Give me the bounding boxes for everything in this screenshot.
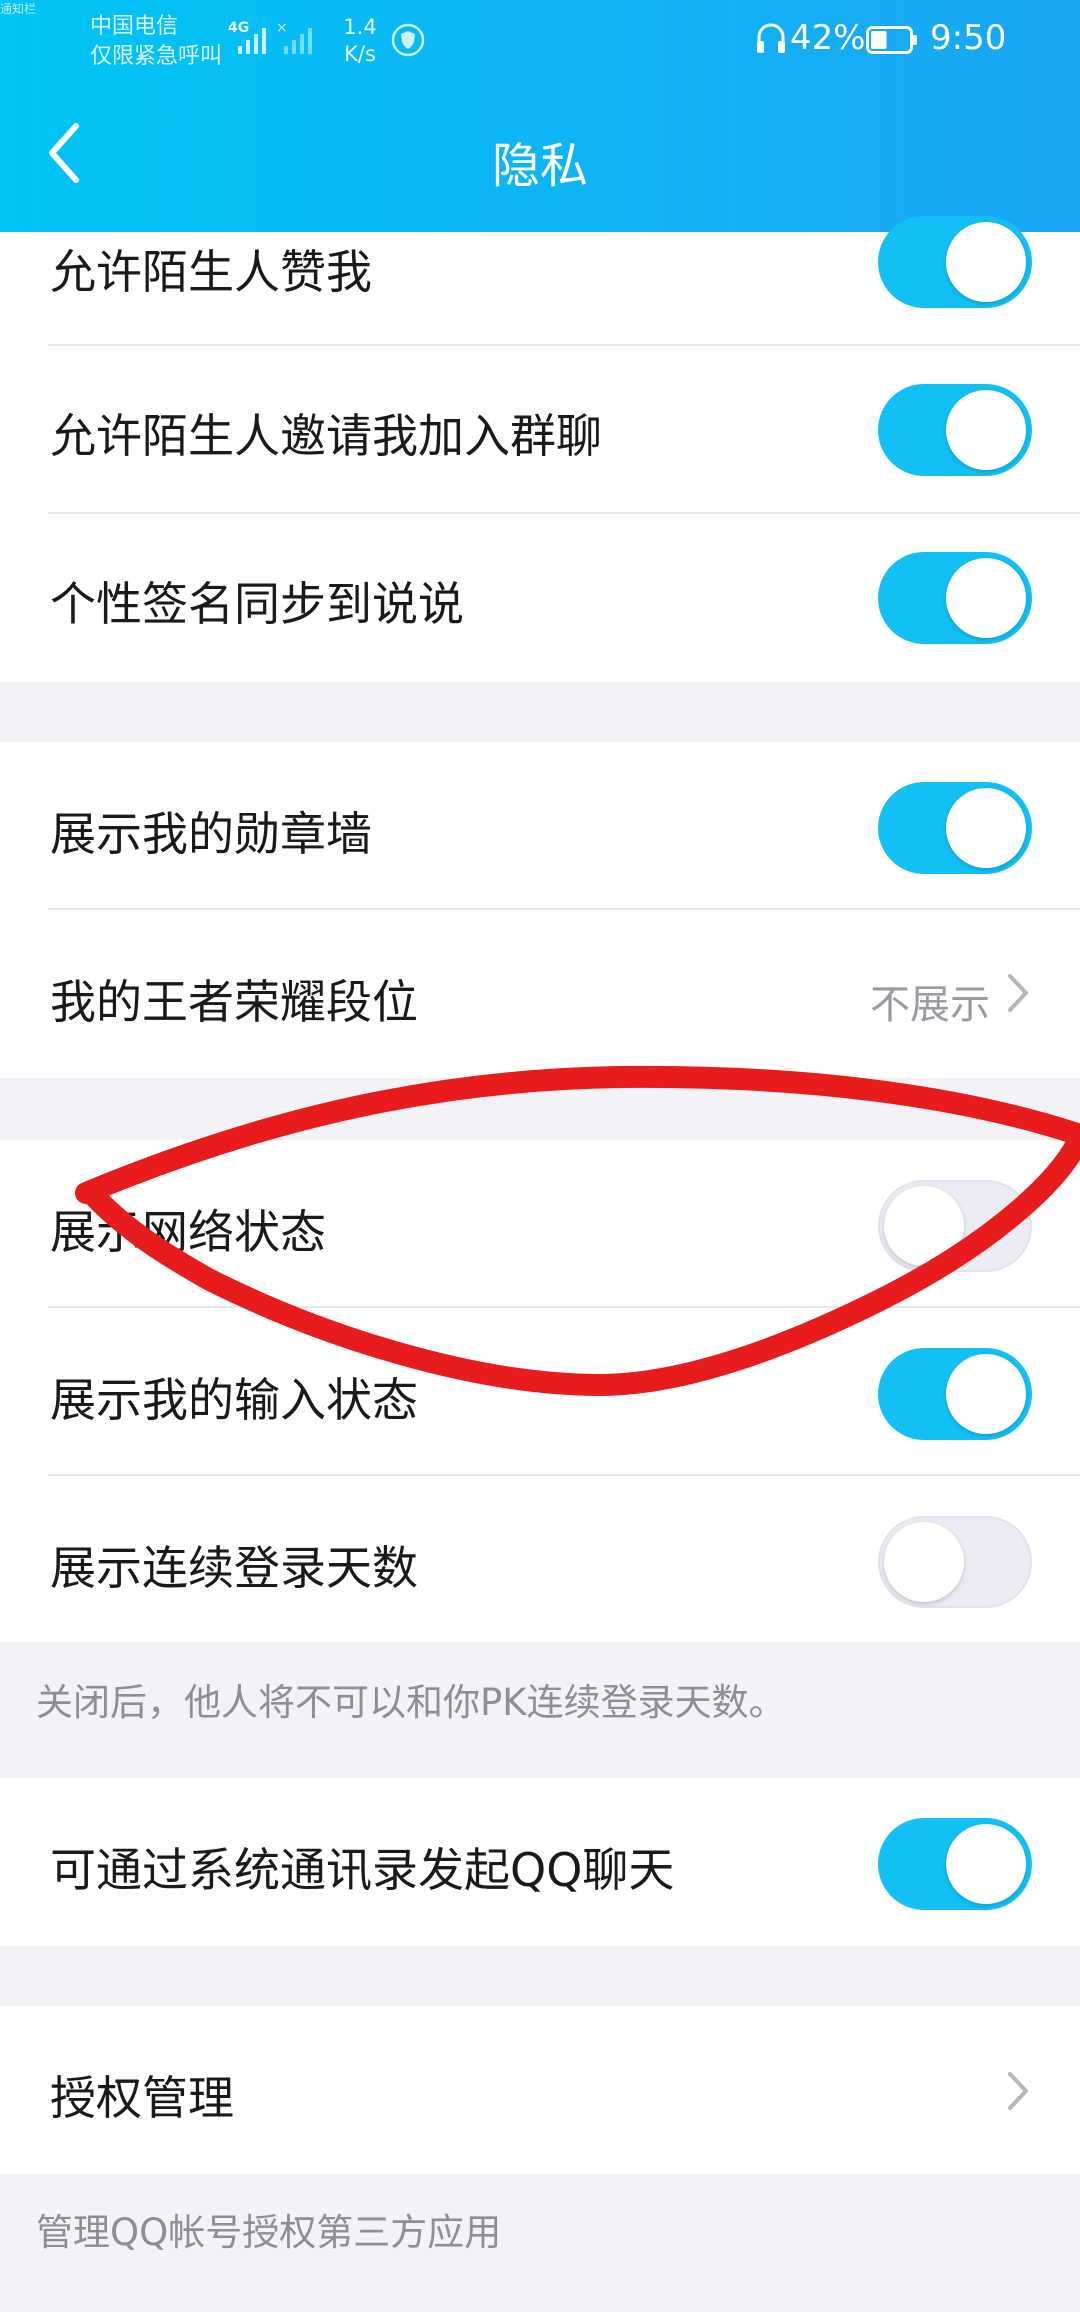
speed-value: 1.4 <box>343 15 377 39</box>
speed-unit: K/s <box>344 42 376 66</box>
carrier-info: 中国电信 仅限紧急呼叫 <box>90 12 222 72</box>
settings-group-strangers: 允许陌生人赞我 允许陌生人邀请我加入群聊 个性签名同步到说说 <box>0 216 1080 682</box>
setting-label: 个性签名同步到说说 <box>50 577 464 631</box>
status-bar: 通知栏 中国电信 仅限紧急呼叫 4G × 1.4 K/s 42% 9:50 <box>0 0 1080 80</box>
divider <box>48 1474 1080 1476</box>
rank-display-value: 不展示 <box>870 982 990 1028</box>
chevron-right-icon <box>1008 2072 1028 2110</box>
toggle-contacts-chat[interactable] <box>878 1818 1032 1910</box>
page-title: 隐私 <box>491 138 588 194</box>
divider <box>48 344 1080 346</box>
carrier-name: 中国电信 <box>90 14 179 39</box>
network-speed: 1.4 K/s <box>340 14 380 68</box>
divider <box>48 908 1080 910</box>
setting-label: 展示我的输入状态 <box>50 1373 418 1427</box>
divider <box>48 1306 1080 1308</box>
toggle-show-network-status[interactable] <box>878 1180 1032 1272</box>
setting-label: 允许陌生人邀请我加入群聊 <box>50 409 602 463</box>
toggle-show-medal-wall[interactable] <box>878 782 1032 874</box>
setting-row-authorization[interactable]: 授权管理 <box>0 2006 1080 2174</box>
login-days-note: 关闭后，他人将不可以和你PK连续登录天数。 <box>36 1681 786 1724</box>
setting-label: 允许陌生人赞我 <box>50 245 372 299</box>
toggle-show-login-days[interactable] <box>878 1516 1032 1608</box>
carrier-status: 仅限紧急呼叫 <box>90 44 223 69</box>
toggle-show-typing-status[interactable] <box>878 1348 1032 1440</box>
settings-group-status: 展示网络状态 展示我的输入状态 展示连续登录天数 <box>0 1140 1080 1642</box>
setting-label: 展示连续登录天数 <box>50 1541 418 1595</box>
setting-label: 展示我的勋章墙 <box>50 807 372 861</box>
settings-group-display: 展示我的勋章墙 我的王者荣耀段位 不展示 <box>0 742 1080 1078</box>
toggle-allow-stranger-like[interactable] <box>878 216 1032 308</box>
chevron-right-icon <box>1008 974 1028 1012</box>
toggle-sync-signature[interactable] <box>878 552 1032 644</box>
app-header: 通知栏 中国电信 仅限紧急呼叫 4G × 1.4 K/s 42% 9:50 隐私 <box>0 0 1080 232</box>
headset-icon <box>757 23 785 53</box>
clock: 9:50 <box>930 18 1007 58</box>
battery-percent: 42% <box>790 18 866 58</box>
authorization-note: 管理QQ帐号授权第三方应用 <box>36 2211 502 2254</box>
divider <box>48 512 1080 514</box>
settings-group-contacts: 可通过系统通讯录发起QQ聊天 <box>0 1778 1080 1946</box>
setting-label: 展示网络状态 <box>50 1205 326 1259</box>
setting-label: 我的王者荣耀段位 <box>50 975 418 1029</box>
svg-text:×: × <box>276 20 288 36</box>
toggle-allow-stranger-invite[interactable] <box>878 384 1032 476</box>
setting-label: 可通过系统通讯录发起QQ聊天 <box>50 1843 675 1897</box>
battery-icon <box>866 26 917 54</box>
shield-icon <box>391 23 425 57</box>
notification-label: 通知栏 <box>0 2 37 16</box>
signal-icon: × <box>238 20 312 54</box>
setting-label: 授权管理 <box>50 2071 234 2125</box>
